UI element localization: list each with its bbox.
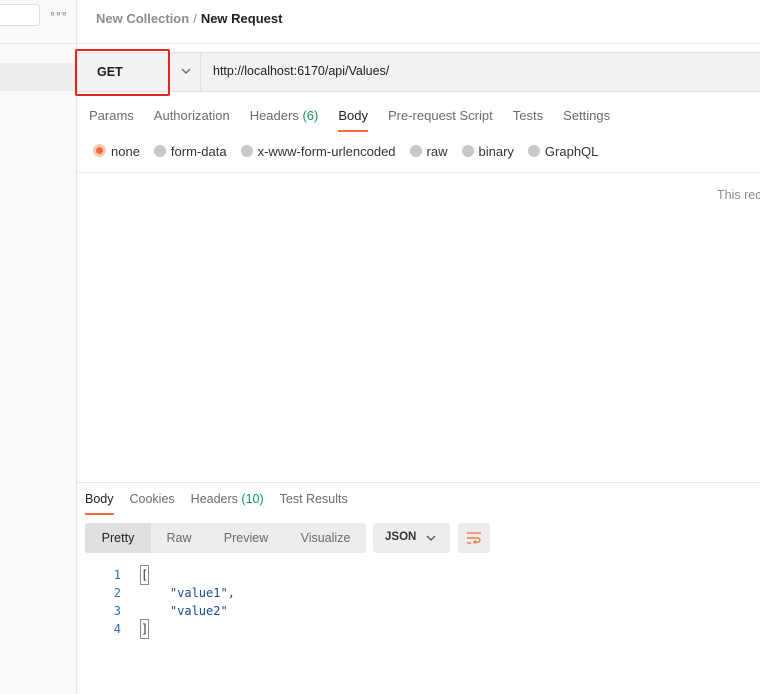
code-text: "value1", <box>141 586 235 600</box>
radio-urlencoded-label: x-www-form-urlencoded <box>257 144 396 159</box>
response-tab-cookies[interactable]: Cookies <box>130 490 175 514</box>
sidebar-selected-item[interactable] <box>0 63 77 91</box>
tab-authorization[interactable]: Authorization <box>154 107 230 131</box>
format-label: JSON <box>385 531 417 543</box>
method-label: GET <box>97 65 123 79</box>
breadcrumb: New Collection / New Request <box>96 11 282 27</box>
radio-none-label: none <box>111 144 140 159</box>
radio-raw-label: raw <box>426 144 448 159</box>
view-raw-button[interactable]: Raw <box>151 523 207 553</box>
method-select[interactable]: GET <box>78 53 201 91</box>
response-tabs: Body Cookies Headers (10) Test Results <box>85 490 364 516</box>
radio-graphql-label: GraphQL <box>544 144 599 159</box>
radio-form-data[interactable]: form-data <box>153 143 227 161</box>
view-visualize-button[interactable]: Visualize <box>285 523 366 553</box>
tab-prerequest-script[interactable]: Pre-request Script <box>388 107 493 131</box>
radio-raw[interactable]: raw <box>409 143 448 161</box>
ellipsis-icon[interactable]: ∘∘∘ <box>49 6 68 22</box>
request-panel: New Collection / New Request GET http://lo… <box>75 0 760 694</box>
radio-icon <box>527 145 540 157</box>
response-tab-body[interactable]: Body <box>85 490 114 515</box>
breadcrumb-request-name[interactable]: New Request <box>201 11 283 26</box>
line-number: 2 <box>113 586 121 600</box>
view-pretty-button[interactable]: Pretty <box>85 523 151 553</box>
radio-binary[interactable]: binary <box>461 143 514 161</box>
response-view-toggle: Pretty Raw Preview Visualize <box>85 523 366 553</box>
tab-body[interactable]: Body <box>338 107 368 132</box>
body-divider <box>77 172 760 173</box>
chevron-down-icon <box>426 535 436 541</box>
radio-icon <box>240 145 253 157</box>
tab-headers-count: (6) <box>302 108 319 123</box>
tab-tests[interactable]: Tests <box>513 107 543 131</box>
breadcrumb-separator: / <box>193 11 197 26</box>
url-input[interactable]: http://localhost:6170/api/Values/ <box>213 64 389 78</box>
radio-graphql[interactable]: GraphQL <box>527 143 599 161</box>
response-tab-headers[interactable]: Headers (10) <box>191 490 264 514</box>
radio-icon <box>153 145 166 157</box>
code-text: [ <box>139 565 150 585</box>
view-preview-button[interactable]: Preview <box>207 523 285 553</box>
line-number: 4 <box>113 622 121 636</box>
tab-headers-label: Headers <box>249 108 299 123</box>
header-divider <box>77 43 760 44</box>
radio-icon <box>409 145 422 157</box>
format-select[interactable]: JSON <box>373 523 450 553</box>
sidebar: ∘∘∘ <box>0 0 77 694</box>
body-type-radios: none form-data x-www-form-urlencoded raw bin… <box>93 143 612 161</box>
chevron-down-icon <box>181 68 191 74</box>
line-number: 1 <box>113 568 121 582</box>
radio-form-data-label: form-data <box>170 144 227 159</box>
radio-urlencoded[interactable]: x-www-form-urlencoded <box>240 143 396 161</box>
body-empty-hint: This rec <box>717 188 760 202</box>
wrap-lines-button[interactable] <box>458 523 490 553</box>
breadcrumb-collection[interactable]: New Collection <box>96 11 189 26</box>
request-tabs: Params Authorization Headers (6) Body Pre-re… <box>89 107 630 133</box>
radio-icon <box>461 145 474 157</box>
sidebar-search-input[interactable] <box>0 4 40 26</box>
response-tab-headers-label: Headers <box>190 492 238 506</box>
tab-settings[interactable]: Settings <box>563 107 610 131</box>
url-bar: GET http://localhost:6170/api/Values/ <box>75 49 760 96</box>
response-tab-headers-count: (10) <box>241 492 264 506</box>
tab-headers[interactable]: Headers (6) <box>250 107 319 131</box>
sidebar-divider <box>0 43 77 44</box>
radio-binary-label: binary <box>478 144 514 159</box>
wrap-lines-icon <box>467 532 481 544</box>
radio-none[interactable]: none <box>93 143 140 161</box>
tab-params[interactable]: Params <box>89 107 134 131</box>
code-text: ] <box>139 619 150 639</box>
code-text: "value2" <box>141 604 228 618</box>
response-divider[interactable] <box>77 482 760 483</box>
line-number: 3 <box>113 604 121 618</box>
radio-selected-icon <box>93 144 106 157</box>
response-tab-test-results[interactable]: Test Results <box>280 490 348 514</box>
